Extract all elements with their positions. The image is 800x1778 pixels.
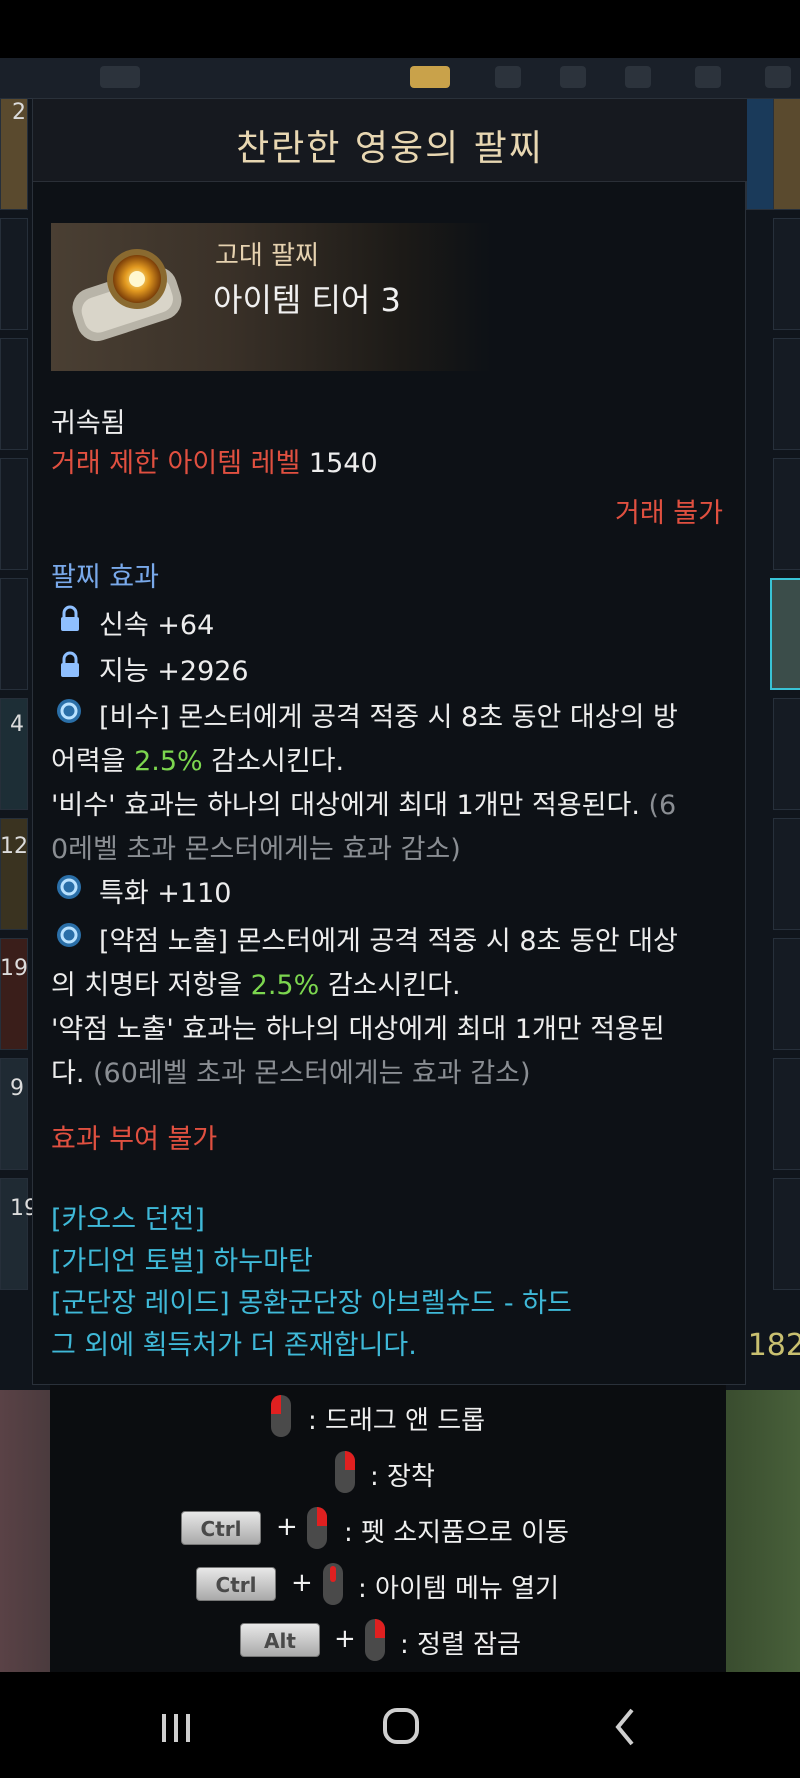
inventory-slot[interactable] [773, 218, 800, 330]
effect-dagger-line2: 어력을 2.5% 감소시킨다. [51, 739, 344, 778]
trade-level-row: 거래 제한 아이템 레벨 1540 [51, 441, 378, 480]
grid-view-icon[interactable] [410, 66, 450, 88]
sort-icon[interactable] [495, 66, 521, 88]
effect-weakness-line3: '약점 노출' 효과는 하나의 대상에게 최대 1개만 적용된 [51, 1014, 665, 1045]
effect-weakness-line4: 다. (60레벨 초과 몬스터에게는 효과 감소) [51, 1051, 531, 1090]
source-chaos-dungeon: [카오스 던전] [51, 1204, 205, 1235]
hint-pet-inventory: : 펫 소지품으로 이동 [344, 1518, 569, 1548]
mouse-wheel-icon [323, 1563, 343, 1605]
effect-weakness-value: 2.5% [250, 970, 320, 1001]
inventory-slot[interactable] [0, 578, 28, 690]
inventory-slot-selected[interactable] [770, 578, 800, 690]
slot-count: 2 [12, 100, 26, 125]
inventory-slot[interactable] [773, 1178, 800, 1290]
stat-swiftness: 신속 +64 [99, 610, 215, 641]
gear-icon [57, 923, 81, 947]
effect-dagger-line1: [비수] 몬스터에게 공격 적중 시 8초 동안 대상의 방 [99, 702, 678, 733]
tab-icon[interactable] [100, 66, 140, 88]
stat-specialization: 특화 +110 [99, 878, 232, 909]
effect-dagger-text: 어력을 [51, 746, 135, 777]
inventory-slot[interactable] [773, 1058, 800, 1170]
filter-icon[interactable] [560, 66, 586, 88]
ctrl-key: Ctrl [196, 1567, 276, 1601]
recent-apps-icon[interactable] [146, 1702, 206, 1752]
effect-dagger-value: 2.5% [134, 746, 203, 777]
untradeable-label: 거래 불가 [615, 498, 723, 529]
effect-weakness-text: 의 치명타 저항을 [51, 970, 251, 1001]
item-tooltip: 찬란한 영웅의 팔찌 고대 팔찌 아이템 티어 3 귀속됨 거래 제한 아이템 … [32, 98, 747, 1385]
cube-icon[interactable] [695, 66, 721, 88]
trade-level-label: 거래 제한 아이템 레벨 [51, 448, 301, 479]
inventory-slot[interactable] [773, 458, 800, 570]
inventory-slot[interactable] [0, 218, 28, 330]
inventory-slot[interactable] [773, 98, 800, 210]
plus-sign: + [291, 1568, 313, 1598]
tooltip-title-bar: 찬란한 영웅의 팔찌 [33, 99, 747, 182]
item-grade: 고대 팔찌 [215, 241, 319, 271]
mouse-right-icon [365, 1619, 385, 1661]
item-name: 찬란한 영웅의 팔찌 [236, 128, 544, 169]
source-more: 그 외에 획득처가 더 존재합니다. [51, 1330, 417, 1361]
effect-weakness-text: 감소시킨다. [319, 970, 461, 1001]
inventory-slot[interactable] [0, 1178, 28, 1290]
hint-equip: : 장착 [370, 1462, 435, 1492]
inventory-top-strip [0, 58, 800, 99]
slot-count: 12 [0, 834, 28, 859]
effect-weakness-line2: 의 치명타 저항을 2.5% 감소시킨다. [51, 963, 461, 1002]
hint-sort-lock: : 정렬 잠금 [400, 1630, 521, 1660]
effect-weakness-line1: [약점 노출] 몬스터에게 공격 적중 시 8초 동안 대상 [99, 926, 678, 957]
source-guardian-raid: [가디언 토벌] 하누마탄 [51, 1246, 313, 1277]
inventory-slot[interactable] [0, 938, 28, 1050]
effect-dagger-text: 감소시킨다. [202, 746, 345, 777]
home-icon[interactable] [370, 1702, 430, 1752]
mouse-right-icon [335, 1451, 355, 1493]
status-bar [0, 0, 800, 58]
lock-icon [61, 651, 79, 677]
bound-status: 귀속됨 [51, 408, 126, 439]
navigation-bar [0, 1672, 800, 1778]
slot-count: 9 [10, 1076, 24, 1101]
back-icon[interactable] [596, 1702, 656, 1752]
inventory-slot[interactable] [0, 1058, 28, 1170]
effect-dagger-line3: '비수' 효과는 하나의 대상에게 최대 1개만 적용된다. (6 [51, 783, 676, 822]
gear-icon [57, 875, 81, 899]
bracelet-icon [72, 249, 182, 342]
effect-dagger-line4: 0레벨 초과 몬스터에게는 효과 감소) [51, 834, 461, 865]
inventory-slot[interactable] [773, 338, 800, 450]
effect-dagger-note: '비수' 효과는 하나의 대상에게 최대 1개만 적용된다. [51, 790, 640, 821]
plus-sign: + [334, 1624, 356, 1654]
inventory-slot[interactable] [0, 338, 28, 450]
trade-level-value: 1540 [308, 448, 378, 479]
hint-item-menu: : 아이템 메뉴 열기 [358, 1574, 559, 1604]
effect-weakness-note: 다. [51, 1058, 85, 1089]
inventory-slot[interactable] [773, 818, 800, 930]
plus-sign: + [276, 1512, 298, 1542]
effects-header: 팔찌 효과 [51, 562, 159, 593]
ctrl-key: Ctrl [181, 1511, 261, 1545]
effect-weakness-note-grey: (60레벨 초과 몬스터에게는 효과 감소) [84, 1058, 531, 1089]
mouse-left-icon [271, 1395, 291, 1437]
mouse-right-icon [307, 1507, 327, 1549]
effect-dagger-note-grey: (6 [639, 790, 677, 821]
stat-intelligence: 지능 +2926 [99, 656, 249, 687]
inventory-slot[interactable] [773, 938, 800, 1050]
circle-icon[interactable] [625, 66, 651, 88]
inventory-slot[interactable] [773, 698, 800, 810]
lock-icon [61, 605, 79, 631]
hint-drag: : 드래그 앤 드롭 [308, 1406, 486, 1436]
no-enchant-label: 효과 부여 불가 [51, 1124, 218, 1155]
more-icon[interactable] [765, 66, 791, 88]
inventory-slot[interactable] [0, 458, 28, 570]
source-legion-raid: [군단장 레이드] 몽환군단장 아브렐슈드 - 하드 [51, 1288, 572, 1319]
slot-count: 19 [0, 956, 28, 981]
slot-count: 4 [10, 712, 24, 737]
gear-icon [57, 699, 81, 723]
alt-key: Alt [240, 1623, 320, 1657]
item-tier: 아이템 티어 3 [213, 281, 401, 319]
